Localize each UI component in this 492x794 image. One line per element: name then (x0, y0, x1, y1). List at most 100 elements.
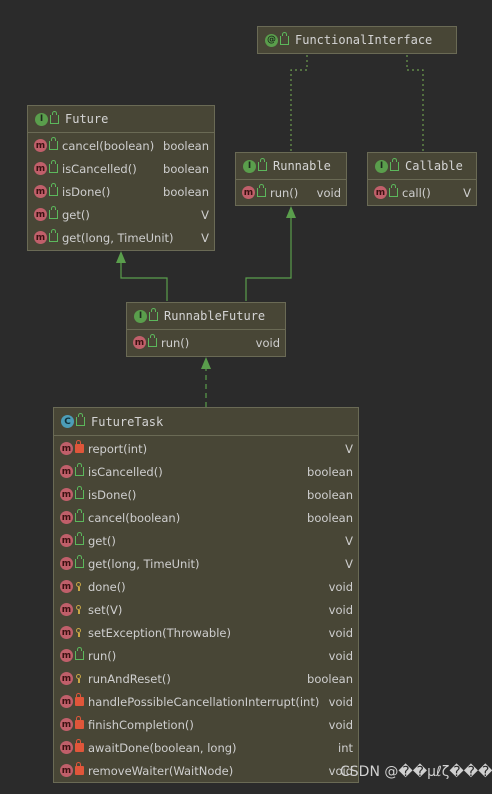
return-type: boolean (307, 487, 353, 502)
method-row[interactable]: m set(V) void (54, 598, 358, 621)
return-type: boolean (307, 464, 353, 479)
private-visibility-icon (75, 716, 84, 729)
return-type: boolean (307, 671, 353, 686)
extends-edge-future (120, 262, 168, 301)
public-visibility-icon (258, 157, 267, 171)
method-name: cancel(boolean) (62, 138, 155, 153)
method-row[interactable]: m isCancelled() boolean (54, 460, 358, 483)
return-type: int (338, 740, 353, 755)
return-type: void (328, 648, 353, 663)
public-visibility-icon (390, 157, 399, 171)
future-task-node[interactable]: C FutureTask m report(int) V m isCancelled(… (53, 407, 359, 783)
method-icon: m (60, 764, 73, 777)
method-name: call() (402, 185, 431, 200)
method-name: runAndReset() (88, 671, 171, 686)
node-title: Runnable (273, 159, 331, 173)
protected-visibility-icon (75, 582, 84, 591)
public-visibility-icon (49, 206, 58, 219)
method-icon: m (60, 488, 73, 501)
method-name: get() (88, 533, 116, 548)
annotation-type-icon: @ (265, 33, 278, 47)
future-node[interactable]: I Future m cancel(boolean) boolean m isCanc… (27, 105, 215, 251)
method-row[interactable]: m run() void (236, 181, 346, 204)
method-row[interactable]: m runAndReset() boolean (54, 667, 358, 690)
method-icon: m (242, 186, 255, 199)
public-visibility-icon (75, 647, 84, 660)
method-row[interactable]: m cancel(boolean) boolean (28, 134, 214, 157)
method-row[interactable]: m get() V (28, 203, 214, 226)
method-name: handlePossibleCancellationInterrupt(int) (88, 694, 320, 709)
public-visibility-icon (49, 183, 58, 196)
return-type: void (328, 694, 353, 709)
method-icon: m (34, 139, 47, 152)
method-row[interactable]: m removeWaiter(WaitNode) void (54, 759, 358, 782)
public-visibility-icon (75, 555, 84, 568)
method-row[interactable]: m done() void (54, 575, 358, 598)
private-visibility-icon (75, 693, 84, 706)
method-icon: m (60, 672, 73, 685)
method-row[interactable]: m run() void (127, 331, 285, 354)
method-icon: m (60, 741, 73, 754)
method-row[interactable]: m isDone() boolean (54, 483, 358, 506)
interface-icon: I (134, 309, 147, 323)
method-row[interactable]: m get() V (54, 529, 358, 552)
public-visibility-icon (148, 334, 157, 347)
method-row[interactable]: m call() V (368, 181, 476, 204)
functional-interface-node[interactable]: @ FunctionalInterface (257, 26, 457, 54)
method-icon: m (34, 208, 47, 221)
method-row[interactable]: m setException(Throwable) void (54, 621, 358, 644)
method-row[interactable]: m isCancelled() boolean (28, 157, 214, 180)
method-name: report(int) (88, 441, 148, 456)
return-type: boolean (307, 510, 353, 525)
method-icon: m (60, 695, 73, 708)
return-type: void (328, 625, 353, 640)
public-visibility-icon (75, 486, 84, 499)
method-icon: m (34, 185, 47, 198)
method-row[interactable]: m get(long, TimeUnit) V (28, 226, 214, 249)
return-type: void (328, 579, 353, 594)
return-type: V (345, 533, 353, 548)
return-type: void (255, 335, 280, 350)
annotation-edge-callable (406, 55, 424, 152)
method-row[interactable]: m report(int) V (54, 437, 358, 460)
interface-icon: I (35, 112, 48, 126)
arrowhead-runnablefuture (201, 357, 211, 369)
public-visibility-icon (149, 307, 158, 321)
method-name: awaitDone(boolean, long) (88, 740, 237, 755)
method-row[interactable]: m finishCompletion() void (54, 713, 358, 736)
return-type: V (463, 185, 471, 200)
callable-node[interactable]: I Callable m call() V (367, 152, 477, 206)
method-row[interactable]: m cancel(boolean) boolean (54, 506, 358, 529)
interface-icon: I (243, 159, 256, 173)
private-visibility-icon (75, 762, 84, 775)
method-icon: m (60, 557, 73, 570)
method-row[interactable]: m run() void (54, 644, 358, 667)
return-type: V (201, 230, 209, 245)
return-type: void (316, 185, 341, 200)
public-visibility-icon (280, 31, 289, 45)
method-row[interactable]: m isDone() boolean (28, 180, 214, 203)
extends-edge-runnable (245, 216, 292, 301)
protected-visibility-icon (75, 605, 84, 614)
runnable-future-node[interactable]: I RunnableFuture m run() void (126, 302, 286, 357)
return-type: V (345, 556, 353, 571)
method-name: get() (62, 207, 90, 222)
method-icon: m (133, 336, 146, 349)
method-name: isDone() (62, 184, 111, 199)
method-row[interactable]: m handlePossibleCancellationInterrupt(int… (54, 690, 358, 713)
runnable-node[interactable]: I Runnable m run() void (235, 152, 347, 206)
public-visibility-icon (389, 184, 398, 197)
public-visibility-icon (50, 110, 59, 124)
private-visibility-icon (75, 739, 84, 752)
method-row[interactable]: m get(long, TimeUnit) V (54, 552, 358, 575)
method-icon: m (374, 186, 387, 199)
public-visibility-icon (49, 229, 58, 242)
method-name: finishCompletion() (88, 717, 194, 732)
arrowhead-future (116, 251, 126, 263)
method-name: run() (161, 335, 190, 350)
method-name: cancel(boolean) (88, 510, 181, 525)
method-icon: m (34, 231, 47, 244)
method-row[interactable]: m awaitDone(boolean, long) int (54, 736, 358, 759)
interface-icon: I (375, 159, 388, 173)
node-title: RunnableFuture (164, 309, 266, 323)
